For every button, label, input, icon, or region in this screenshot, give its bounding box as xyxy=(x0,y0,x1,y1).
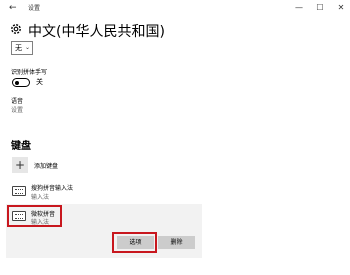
keyboard-item-name[interactable]: 搜狗拼音输入法 xyxy=(31,183,73,192)
voice-settings-link[interactable]: 设置 xyxy=(11,105,23,114)
dropdown-value: 无 xyxy=(15,44,22,52)
maximize-button[interactable]: ☐ xyxy=(313,1,327,15)
handwriting-toggle[interactable] xyxy=(12,78,30,87)
chevron-down-icon: ⌄ xyxy=(24,44,30,51)
add-keyboard-button[interactable]: + xyxy=(12,157,28,173)
minimize-button[interactable]: — xyxy=(292,1,306,15)
delete-button[interactable]: 删除 xyxy=(158,236,195,249)
highlight-box xyxy=(7,205,62,227)
keyboard-section-title: 键盘 xyxy=(11,141,31,152)
close-button[interactable]: ✕ xyxy=(334,1,348,15)
back-arrow-icon[interactable]: ← xyxy=(9,2,17,14)
page-title: 中文(中华人民共和国) xyxy=(28,24,165,40)
window-title: 设置 xyxy=(28,5,41,12)
voice-label: 语音 xyxy=(11,98,24,105)
add-keyboard-label[interactable]: 添加键盘 xyxy=(34,161,58,170)
highlight-box xyxy=(112,232,157,253)
toggle-knob xyxy=(15,80,19,85)
handwriting-label: 识别拼体手写 xyxy=(11,69,48,76)
font-dropdown[interactable]: 无 ⌄ xyxy=(11,41,33,55)
gear-icon xyxy=(11,24,21,34)
title-bar: ← 设置 — ☐ ✕ xyxy=(0,0,350,16)
toggle-state-label: 关 xyxy=(36,78,43,86)
keyboard-icon xyxy=(12,186,26,196)
keyboard-item-type: 输入法 xyxy=(31,194,50,201)
